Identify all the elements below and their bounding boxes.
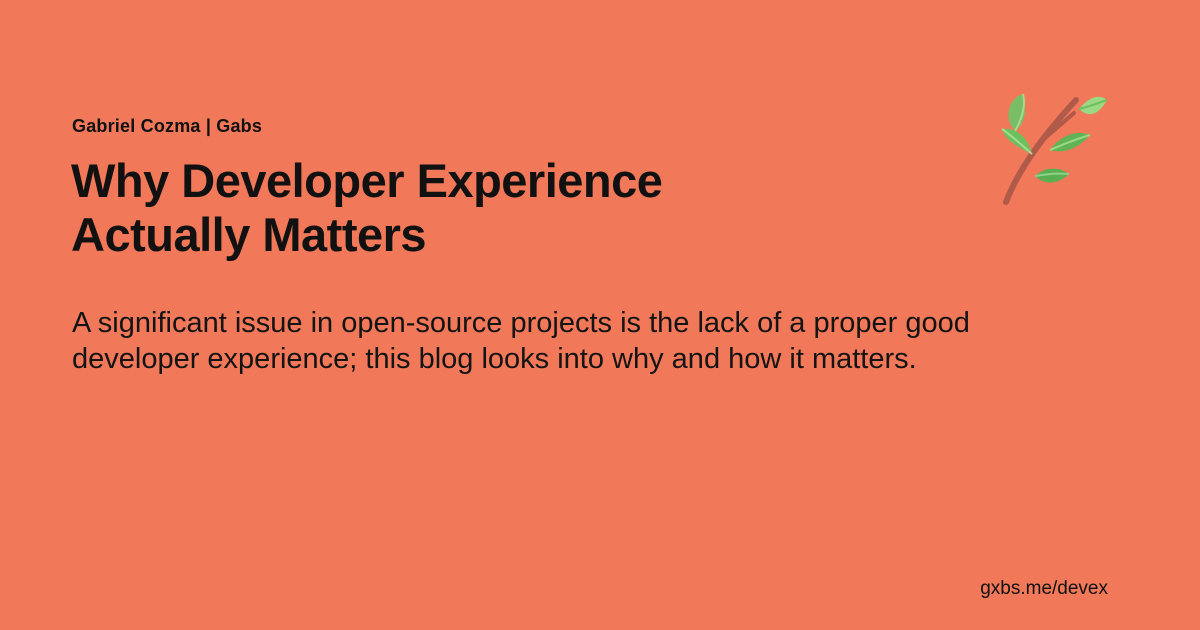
- author-name: Gabriel Cozma | Gabs: [72, 116, 263, 136]
- leafy-branch-svg: [1001, 93, 1108, 205]
- post-title: Why Developer Experience Actually Matter…: [71, 154, 831, 262]
- post-title-line-2: Actually Matters: [71, 208, 427, 261]
- og-card: Gabriel Cozma | Gabs Why Developer Exper…: [0, 0, 1200, 630]
- leafy-branch-icon: [992, 90, 1110, 208]
- post-title-line-1: Why Developer Experience: [71, 154, 663, 207]
- post-description: A significant issue in open-source proje…: [72, 307, 970, 375]
- post-url: gxbs.me/devex: [980, 578, 1108, 599]
